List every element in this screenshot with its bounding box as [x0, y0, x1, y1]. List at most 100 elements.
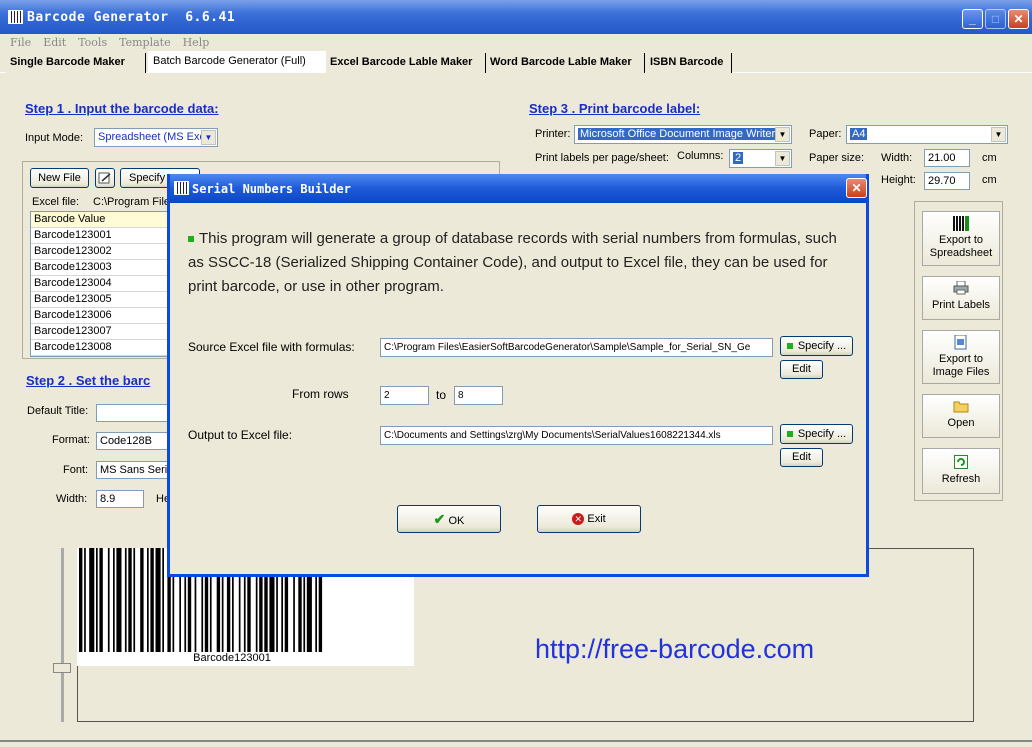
- paper-width-label: Width:: [881, 152, 913, 164]
- output-specify-button[interactable]: Specify ...: [780, 424, 853, 444]
- from-row-input[interactable]: 2: [380, 386, 429, 405]
- paper-height-input[interactable]: 29.70: [924, 172, 970, 190]
- specify-label: Specify ...: [797, 340, 847, 352]
- printer-label: Printer:: [535, 128, 571, 140]
- zoom-slider-handle[interactable]: [53, 663, 71, 673]
- table-row[interactable]: Barcode123005: [31, 292, 169, 308]
- checkmark-icon: ✔: [433, 511, 446, 527]
- output-label: Output to Excel file:: [188, 428, 293, 442]
- columns-label: Columns:: [677, 150, 724, 162]
- tab-single-barcode[interactable]: Single Barcode Maker: [6, 53, 146, 73]
- print-labels-button[interactable]: Print Labels: [922, 276, 1000, 320]
- format-select[interactable]: Code128B: [96, 432, 170, 450]
- table-row[interactable]: Barcode123006: [31, 308, 169, 324]
- table-row[interactable]: Barcode123008: [31, 340, 169, 356]
- printer-select[interactable]: Microsoft Office Document Image Writer ▼: [574, 125, 792, 144]
- table-row[interactable]: Barcode123002: [31, 244, 169, 260]
- minimize-button[interactable]: _: [962, 9, 983, 29]
- dialog-title-bar: Serial Numbers Builder ✕: [170, 174, 867, 203]
- paper-label: Paper:: [809, 128, 842, 140]
- export-spreadsheet-label: Export to Spreadsheet: [929, 234, 993, 259]
- exit-label: Exit: [587, 513, 606, 525]
- menu-help[interactable]: Help: [183, 34, 210, 52]
- barcode-app-icon: [8, 10, 23, 24]
- table-row[interactable]: Barcode123003: [31, 260, 169, 276]
- tab-batch-barcode[interactable]: Batch Barcode Generator (Full): [148, 51, 326, 73]
- excel-file-label: Excel file:: [32, 196, 80, 208]
- tab-word-label[interactable]: Word Barcode Lable Maker: [486, 53, 645, 73]
- menu-template[interactable]: Template: [119, 34, 170, 52]
- table-row[interactable]: Barcode123007: [31, 324, 169, 340]
- printer-icon: [953, 280, 969, 295]
- default-title-input[interactable]: [96, 404, 170, 422]
- chevron-down-icon: ▼: [201, 130, 216, 145]
- dialog-close-button[interactable]: ✕: [846, 178, 867, 198]
- folder-icon: [953, 400, 969, 413]
- paper-width-input[interactable]: 21.00: [924, 149, 970, 167]
- tab-isbn[interactable]: ISBN Barcode: [646, 53, 732, 73]
- source-label: Source Excel file with formulas:: [188, 340, 355, 354]
- menu-tools[interactable]: Tools: [78, 34, 107, 52]
- ok-label: OK: [448, 515, 465, 527]
- edit-icon[interactable]: [95, 168, 115, 188]
- close-button[interactable]: ✕: [1008, 9, 1029, 29]
- window-title: Barcode Generator 6.6.41: [27, 10, 236, 25]
- new-file-button[interactable]: New File: [30, 168, 89, 188]
- grid-header: Barcode Value: [31, 212, 169, 228]
- menu-bar: File Edit Tools Template Help: [0, 34, 1032, 52]
- zoom-slider-track[interactable]: [61, 548, 64, 722]
- from-rows-label: From rows: [292, 387, 349, 401]
- source-file-input[interactable]: C:\Program Files\EasierSoftBarcodeGenera…: [380, 338, 773, 357]
- dialog-title: Serial Numbers Builder: [192, 182, 351, 196]
- source-specify-button[interactable]: Specify ...: [780, 336, 853, 356]
- height-unit: cm: [982, 174, 997, 186]
- export-image-button[interactable]: Export to Image Files: [922, 330, 1000, 384]
- ok-button[interactable]: ✔ OK: [397, 505, 501, 533]
- columns-select[interactable]: 2 ▼: [729, 149, 792, 168]
- barcode-data-grid[interactable]: Barcode Value Barcode123001 Barcode12300…: [30, 211, 170, 357]
- title-bar: Barcode Generator 6.6.41 _ □ ✕: [0, 0, 1032, 34]
- input-mode-select[interactable]: Spreadsheet (MS Exc ▼: [94, 128, 218, 147]
- table-row[interactable]: Barcode123004: [31, 276, 169, 292]
- paper-height-label: Height:: [881, 174, 916, 186]
- maximize-button[interactable]: □: [985, 9, 1006, 29]
- width-label: Width:: [56, 493, 88, 505]
- exit-button[interactable]: ✕ Exit: [537, 505, 641, 533]
- barcode-icon: [953, 216, 969, 231]
- image-icon: [953, 334, 969, 350]
- source-edit-button[interactable]: Edit: [780, 360, 823, 379]
- specify-label: Specify ...: [797, 428, 847, 440]
- bullet-icon: [188, 236, 194, 243]
- menu-file[interactable]: File: [10, 34, 31, 52]
- input-mode-value: Spreadsheet (MS Exc: [98, 131, 205, 143]
- refresh-button[interactable]: Refresh: [922, 448, 1000, 494]
- chevron-down-icon: ▼: [991, 127, 1006, 142]
- export-spreadsheet-button[interactable]: Export to Spreadsheet: [922, 211, 1000, 266]
- step3-heading: Step 3 . Print barcode label:: [529, 101, 701, 116]
- menu-edit[interactable]: Edit: [43, 34, 66, 52]
- barcode-text: Barcode123001: [193, 652, 271, 664]
- tab-excel-label[interactable]: Excel Barcode Lable Maker: [326, 53, 486, 73]
- width-input[interactable]: 8.9: [96, 490, 144, 508]
- per-page-label: Print labels per page/sheet:: [535, 152, 669, 164]
- refresh-icon: [954, 455, 968, 469]
- barcode-app-icon: [174, 181, 189, 195]
- table-row[interactable]: Barcode123001: [31, 228, 169, 244]
- paper-select[interactable]: A4 ▼: [846, 125, 1008, 144]
- input-mode-label: Input Mode:: [25, 132, 84, 144]
- output-edit-button[interactable]: Edit: [780, 448, 823, 467]
- step2-heading: Step 2 . Set the barc: [26, 373, 151, 388]
- output-file-input[interactable]: C:\Documents and Settings\zrg\My Documen…: [380, 426, 773, 445]
- font-label: Font:: [63, 464, 89, 476]
- website-url[interactable]: http://free-barcode.com: [535, 634, 814, 665]
- open-button[interactable]: Open: [922, 394, 1000, 438]
- excel-file-value: C:\Program File: [93, 196, 171, 208]
- print-labels-label: Print Labels: [931, 299, 991, 311]
- step1-heading: Step 1 . Input the barcode data:: [25, 101, 219, 116]
- font-select[interactable]: MS Sans Serif: [96, 461, 170, 479]
- to-row-input[interactable]: 8: [454, 386, 503, 405]
- default-title-label: Default Title:: [27, 405, 89, 417]
- green-icon: [786, 431, 793, 438]
- green-icon: [786, 343, 793, 350]
- stop-icon: ✕: [572, 513, 585, 526]
